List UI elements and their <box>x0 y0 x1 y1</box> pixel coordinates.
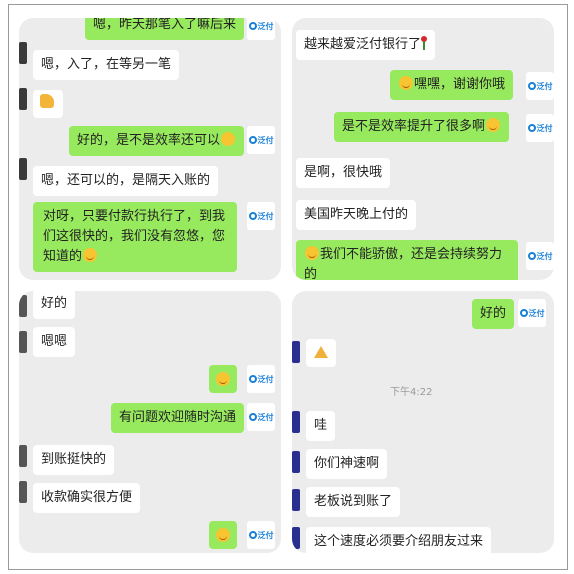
chat-message-outgoing <box>209 521 237 549</box>
chat-message-incoming: 哇 <box>306 411 336 441</box>
chat-panel-top-left: 嗯，昨天那笔入了嘛后来 泛付 嗯，入了，在等另一笔 好的，是不是效率还可以 泛付… <box>19 18 281 280</box>
contact-avatar <box>292 411 300 433</box>
smile-emoji-icon <box>216 528 230 542</box>
laughing-emoji-icon <box>221 132 236 146</box>
company-logo-icon: 泛付 <box>518 299 546 327</box>
company-logo-icon: 泛付 <box>526 114 554 142</box>
chat-message-incoming: 这个速度必须要介绍朋友过来 <box>306 527 492 553</box>
chat-panel-top-right: 越来越爱泛付银行了 嘿嘿，谢谢你哦 泛付 是不是效率提升了很多啊 泛付 是啊，很… <box>292 18 554 280</box>
chat-message-incoming: 越来越爱泛付银行了 <box>296 30 436 60</box>
chat-message-incoming: 是啊，很快哦 <box>296 158 391 188</box>
contact-avatar <box>292 489 300 511</box>
chat-message-incoming: 老板说到账了 <box>306 487 401 517</box>
chat-message-incoming <box>306 339 336 367</box>
chat-message-outgoing: 是不是效率提升了很多啊 <box>334 112 510 142</box>
chat-message-outgoing: 好的 <box>472 299 515 329</box>
contact-avatar <box>19 42 27 64</box>
contact-avatar <box>19 88 27 110</box>
chat-message-outgoing: 对呀，只要付款行执行了，到我们这很快的，我们没有忽悠，您知道的 <box>33 202 237 272</box>
folded-hands-icon <box>314 346 328 358</box>
chat-message-outgoing: 有问题欢迎随时沟通 <box>111 403 245 433</box>
chat-message-incoming: 嗯，入了，在等另一笔 <box>33 50 180 80</box>
chat-panel-bottom-left: 好的 嗯嗯 泛付 有问题欢迎随时沟通 泛付 到账挺快的 收款确实很方便 泛付 <box>19 291 281 553</box>
company-logo-icon: 泛付 <box>247 403 275 431</box>
grin-emoji-icon <box>305 246 319 260</box>
contact-avatar <box>19 295 27 317</box>
smile-emoji-icon <box>216 372 230 386</box>
chat-message-incoming: 美国昨天晚上付的 <box>296 200 417 230</box>
chat-message-incoming: 到账挺快的 <box>33 445 115 475</box>
thumbs-up-icon <box>40 94 54 108</box>
rose-emoji-icon <box>421 36 428 50</box>
company-logo-icon: 泛付 <box>247 365 275 393</box>
contact-avatar <box>292 341 300 363</box>
contact-avatar <box>19 331 27 353</box>
chat-message-incoming: 嗯，还可以的，是隔天入账的 <box>33 166 219 196</box>
chat-message-incoming: 好的 <box>33 291 76 319</box>
chat-message-outgoing: 嘿嘿，谢谢你哦 <box>390 70 514 100</box>
company-logo-icon: 泛付 <box>247 202 275 230</box>
contact-avatar <box>292 451 300 473</box>
chat-message-outgoing: 我们不能骄傲，还是会持续努力的 <box>296 240 518 280</box>
smile-emoji-icon <box>399 76 413 90</box>
company-logo-icon: 泛付 <box>247 126 275 154</box>
contact-avatar <box>19 158 27 180</box>
smile-emoji-icon <box>83 248 98 262</box>
smile-emoji-icon <box>486 118 501 132</box>
company-logo-icon: 泛付 <box>247 521 275 549</box>
chat-message-outgoing: 嗯，昨天那笔入了嘛后来 <box>85 18 245 40</box>
contact-avatar <box>292 527 300 549</box>
message-timestamp: 下午4:22 <box>390 387 433 398</box>
chat-message-outgoing <box>209 365 237 393</box>
contact-avatar <box>19 445 27 467</box>
company-logo-icon: 泛付 <box>526 72 554 100</box>
chat-message-incoming <box>33 90 63 118</box>
chat-message-incoming: 你们神速啊 <box>306 449 388 479</box>
chat-message-outgoing: 好的，是不是效率还可以 <box>69 126 245 156</box>
contact-avatar <box>19 481 27 503</box>
company-logo-icon: 泛付 <box>247 18 275 40</box>
company-logo-icon: 泛付 <box>526 242 554 270</box>
chat-message-incoming: 收款确实很方便 <box>33 483 141 513</box>
chat-panel-bottom-right: 好的 泛付 下午4:22 哇 你们神速啊 老板说到账了 这个速度必须要介绍朋友过… <box>292 291 554 553</box>
chat-message-incoming: 嗯嗯 <box>33 327 76 357</box>
